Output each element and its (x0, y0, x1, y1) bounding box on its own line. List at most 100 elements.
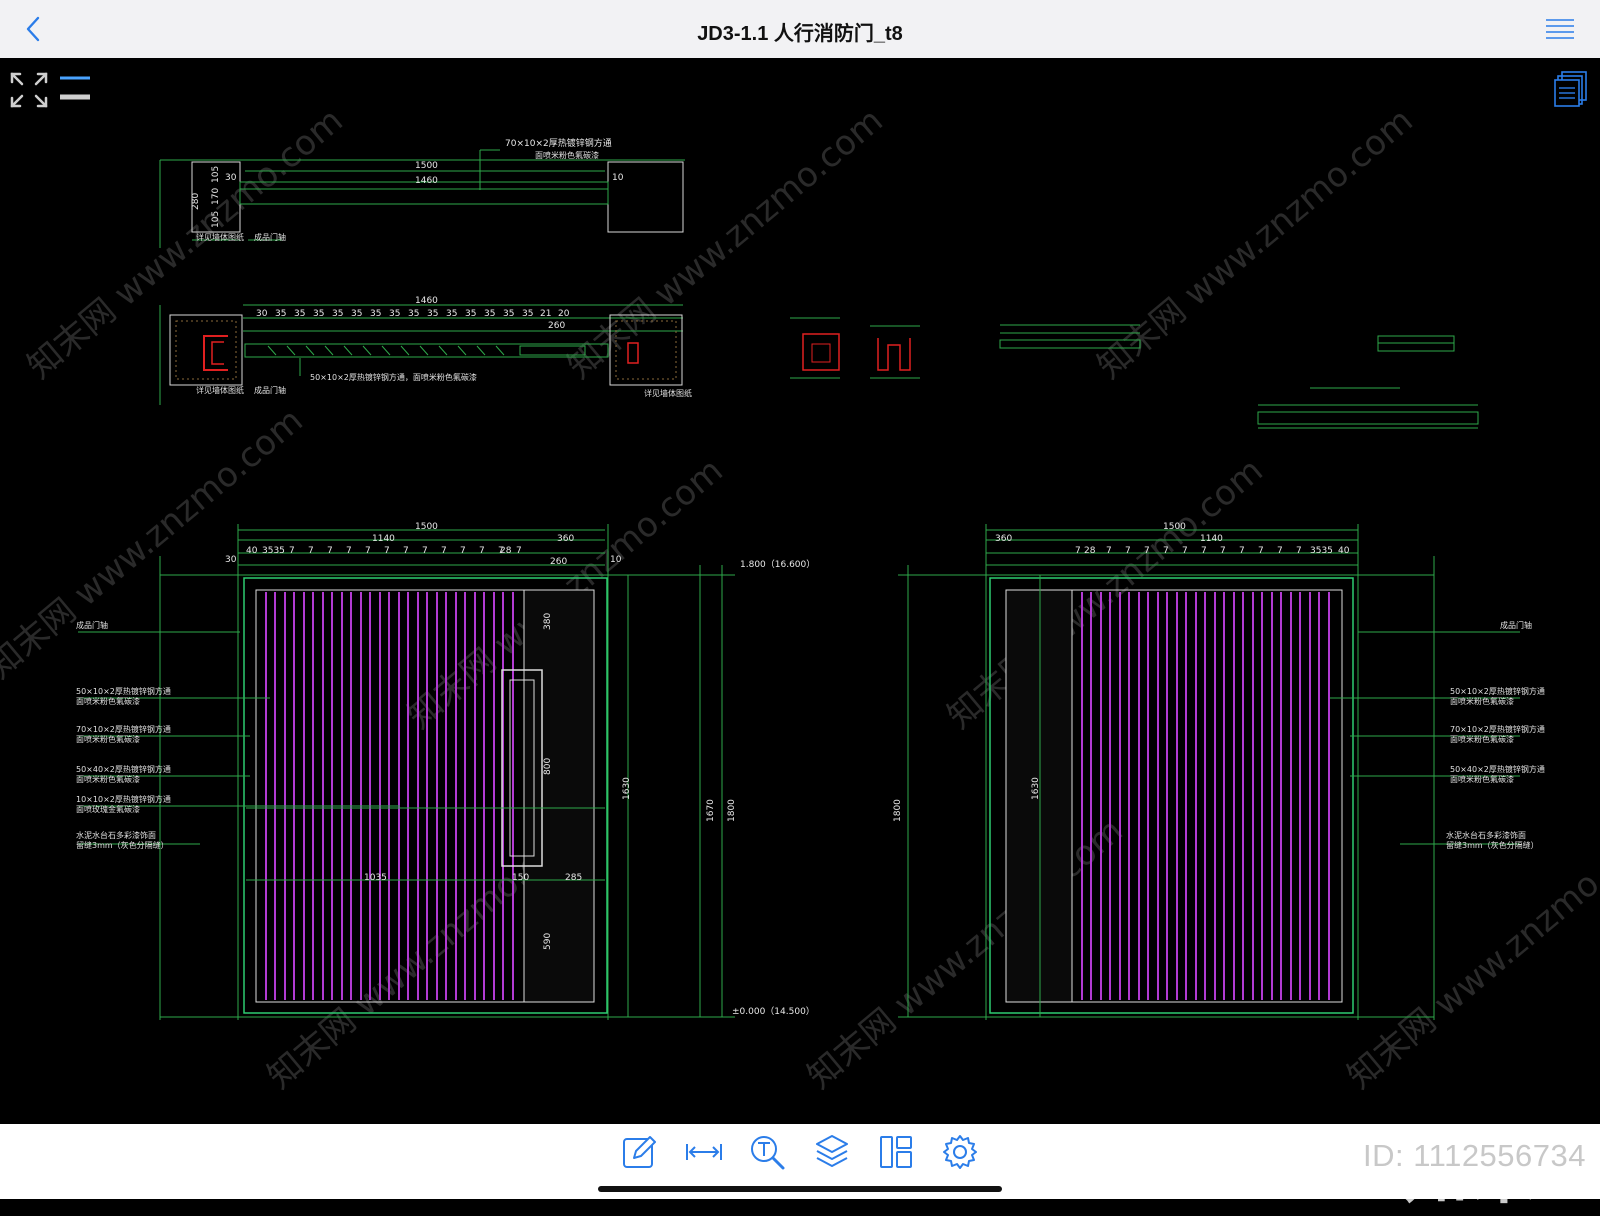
label-wall-right: 详见墙体图纸 (644, 388, 692, 398)
dim-150: 150 (512, 873, 529, 883)
dim-105b: 105 (211, 166, 221, 183)
expand-arrows-icon[interactable] (10, 72, 48, 108)
svg-text:7: 7 (1075, 546, 1081, 556)
nav-bar: JD3-1.1 人行消防门_t8 (0, 0, 1600, 59)
dim-590: 590 (543, 933, 553, 950)
svg-text:7: 7 (1296, 546, 1302, 556)
svg-text:21: 21 (540, 309, 551, 319)
drawing-canvas[interactable]: 知末网 www.znzmo.com 知末网 www.znzmo.com 知末网 … (0, 58, 1600, 1213)
svg-text:留缝3mm（灰色分隔缝）: 留缝3mm（灰色分隔缝） (1446, 840, 1539, 850)
svg-text:7: 7 (308, 546, 314, 556)
dim-170: 170 (211, 188, 221, 205)
edit-icon (623, 1136, 656, 1168)
svg-text:35: 35 (332, 309, 343, 319)
svg-text:7: 7 (1239, 546, 1245, 556)
svg-text:7: 7 (441, 546, 447, 556)
list-menu-icon (1546, 19, 1574, 39)
svg-text:35: 35 (351, 309, 362, 319)
svg-text:7: 7 (1182, 546, 1188, 556)
dim-260: 260 (548, 321, 565, 331)
svg-text:7: 7 (479, 546, 485, 556)
note-paint: 面喷米粉色氟碳漆 (535, 150, 599, 160)
svg-text:70×10×2厚热镀锌钢方通: 70×10×2厚热镀锌钢方通 (1450, 724, 1545, 734)
text-search-button[interactable] (748, 1132, 788, 1172)
sheets-icon[interactable] (1554, 70, 1590, 108)
svg-text:7: 7 (1220, 546, 1226, 556)
svg-text:留缝3mm（灰色分隔缝）: 留缝3mm（灰色分隔缝） (76, 840, 169, 850)
svg-text:35: 35 (370, 309, 381, 319)
edit-button[interactable] (620, 1132, 660, 1172)
svg-text:3535: 3535 (262, 546, 285, 556)
svg-text:35: 35 (503, 309, 514, 319)
svg-text:7: 7 (1144, 546, 1150, 556)
label-hinge: 成品门轴 (254, 385, 286, 395)
label-wall: 详见墙体图纸 (196, 232, 244, 242)
dim-260: 260 (550, 557, 567, 567)
dim-10: 10 (612, 173, 624, 183)
menu-button[interactable] (1544, 16, 1576, 42)
dim-105: 105 (211, 211, 221, 228)
svg-text:50×40×2厚热镀锌钢方通: 50×40×2厚热镀锌钢方通 (1450, 764, 1545, 774)
svg-text:7: 7 (403, 546, 409, 556)
dim-1670: 1670 (706, 799, 716, 822)
svg-text:35: 35 (294, 309, 305, 319)
svg-text:10×10×2厚热镀锌钢方通: 10×10×2厚热镀锌钢方通 (76, 794, 171, 804)
watermark-id: ID: 1112556734 (1362, 1138, 1586, 1173)
door-slats (1081, 592, 1330, 1000)
home-indicator[interactable] (598, 1186, 1002, 1192)
layout-button[interactable] (876, 1132, 916, 1172)
dim-1035: 1035 (364, 873, 387, 883)
svg-text:7: 7 (327, 546, 333, 556)
settings-button[interactable] (940, 1132, 980, 1172)
svg-text:面喷米粉色氟碳漆: 面喷米粉色氟碳漆 (1450, 734, 1514, 744)
svg-text:7: 7 (365, 546, 371, 556)
svg-text:20: 20 (558, 309, 570, 319)
svg-text:50×10×2厚热镀锌钢方通: 50×10×2厚热镀锌钢方通 (76, 686, 171, 696)
svg-text:成品门轴: 成品门轴 (1500, 620, 1532, 630)
svg-text:水泥水台石多彩漆饰面: 水泥水台石多彩漆饰面 (76, 830, 156, 840)
note-50x10: 50×10×2厚热镀锌钢方通，面喷米粉色氟碳漆 (310, 372, 477, 382)
canvas-controls (8, 70, 98, 115)
svg-text:成品门轴: 成品门轴 (76, 620, 108, 630)
svg-text:7: 7 (516, 546, 522, 556)
svg-text:35: 35 (313, 309, 324, 319)
level-bottom: ±0.000（14.500） (732, 1006, 815, 1017)
collapse-lines-icon[interactable] (60, 76, 90, 100)
layout-icon (880, 1136, 912, 1168)
svg-text:7: 7 (1125, 546, 1131, 556)
dim-30: 30 (225, 555, 237, 565)
svg-text:7: 7 (289, 546, 295, 556)
measure-button[interactable] (684, 1132, 724, 1172)
layers-button[interactable] (812, 1132, 852, 1172)
svg-text:面喷玫瑰金氟碳漆: 面喷玫瑰金氟碳漆 (76, 804, 140, 814)
label-wall: 详见墙体图纸 (196, 385, 244, 395)
settings-icon (943, 1135, 977, 1169)
svg-text:50×10×2厚热镀锌钢方通: 50×10×2厚热镀锌钢方通 (1450, 686, 1545, 696)
svg-text:面喷米粉色氟碳漆: 面喷米粉色氟碳漆 (1450, 696, 1514, 706)
watermark-text: 知末网 www.znzmo.com (0, 400, 311, 686)
elev-left-dim-sequence: 40 3535 7 7 7 7 7 7 7 7 7 7 7 7 28 7 (246, 546, 522, 556)
measure-icon (686, 1144, 722, 1160)
left-elevation: 1500 1140 360 40 3535 7 7 7 7 7 7 7 7 7 … (76, 522, 815, 1020)
svg-text:35: 35 (389, 309, 400, 319)
dim-1630: 1630 (622, 777, 632, 800)
svg-text:7: 7 (1106, 546, 1112, 556)
dim-1500: 1500 (1163, 522, 1186, 532)
door-slats (265, 592, 514, 1000)
svg-text:30: 30 (256, 309, 268, 319)
dim-285: 285 (565, 873, 582, 883)
svg-text:35: 35 (408, 309, 419, 319)
svg-text:35: 35 (446, 309, 457, 319)
dim-1140: 1140 (372, 534, 395, 544)
svg-text:7: 7 (1201, 546, 1207, 556)
svg-text:水泥水台石多彩漆饰面: 水泥水台石多彩漆饰面 (1446, 830, 1526, 840)
dim-280: 280 (191, 193, 201, 210)
dim-1500: 1500 (415, 522, 438, 532)
svg-text:7: 7 (1258, 546, 1264, 556)
svg-text:40: 40 (1338, 546, 1350, 556)
elev-right-dim-sequence: 7 28 7 7 7 7 7 7 7 7 7 7 7 3535 40 (1075, 546, 1350, 556)
svg-text:面喷米粉色氟碳漆: 面喷米粉色氟碳漆 (1450, 774, 1514, 784)
svg-text:7: 7 (1163, 546, 1169, 556)
dim-30: 30 (225, 173, 237, 183)
dim-360: 360 (557, 534, 574, 544)
